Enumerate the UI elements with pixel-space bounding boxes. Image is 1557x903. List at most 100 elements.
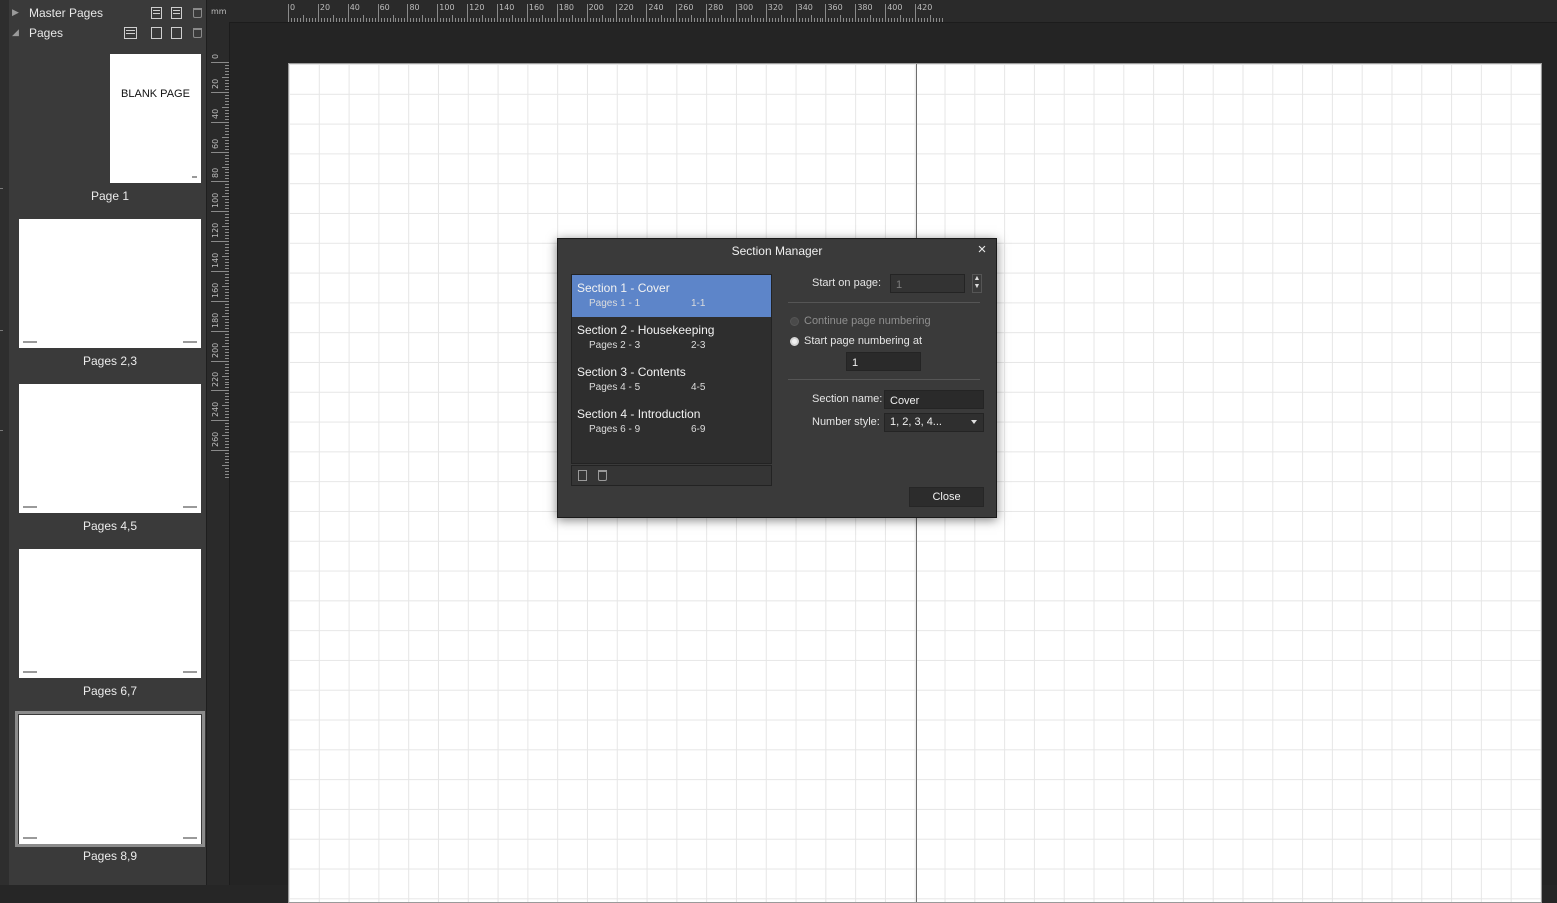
ruler-label: 200: [211, 342, 220, 358]
ruler-minor-tick: [452, 15, 454, 22]
trash-icon[interactable]: [598, 470, 607, 481]
ruler-major-tick: [211, 241, 229, 243]
thumbnail-label: Pages 8,9: [82, 849, 138, 863]
vertical-ruler[interactable]: 0 20 40 60 80 100 120 140 160 180 200 220 240 260: [207, 22, 230, 885]
section-item[interactable]: Section 2 - Housekeeping Pages 2 - 3 2-3: [572, 317, 771, 359]
start-on-page-stepper[interactable]: ▲ ▼: [972, 274, 982, 293]
ruler-minor-tick: [225, 265, 229, 267]
ruler-label: 140: [499, 3, 515, 12]
ruler-minor-tick: [762, 18, 764, 22]
ruler-label: 120: [211, 222, 220, 239]
add-master-page-icon[interactable]: [151, 7, 162, 19]
add-pages-icon[interactable]: [171, 27, 182, 39]
ruler-minor-tick: [225, 282, 229, 284]
section-item[interactable]: Section 4 - Introduction Pages 6 - 9 6-9: [572, 401, 771, 443]
ruler-minor-tick: [523, 18, 525, 22]
spread-thumbnail[interactable]: [19, 715, 201, 844]
ruler-minor-tick: [900, 15, 902, 22]
ruler-minor-tick: [870, 15, 872, 22]
ruler-minor-tick: [649, 18, 651, 22]
ruler-minor-tick: [514, 18, 516, 22]
ruler-major-tick: [211, 91, 229, 93]
section-list[interactable]: Section 1 - Cover Pages 1 - 1 1-1 Sectio…: [571, 274, 772, 464]
ruler-minor-tick: [574, 18, 576, 22]
ruler-minor-tick: [840, 15, 842, 22]
start-numbering-radio[interactable]: [790, 337, 799, 346]
ruler-minor-tick: [225, 297, 229, 299]
thumbnail-label: Page 1: [90, 189, 130, 203]
ruler-minor-tick: [392, 15, 394, 22]
number-style-select[interactable]: 1, 2, 3, 4...: [884, 413, 984, 432]
ruler-minor-tick: [709, 18, 711, 22]
ruler-minor-tick: [410, 18, 412, 22]
ruler-minor-tick: [607, 18, 609, 22]
ruler-minor-tick: [479, 18, 481, 22]
page-options-icon[interactable]: [124, 27, 137, 39]
ruler-minor-tick: [383, 18, 385, 22]
collapse-arrow-icon[interactable]: ◢: [12, 27, 19, 38]
ruler-minor-tick: [464, 18, 466, 22]
spread-thumbnail[interactable]: [19, 549, 201, 678]
spread-thumbnail[interactable]: [19, 384, 201, 513]
start-on-page-input[interactable]: [890, 274, 965, 293]
expand-arrow-icon[interactable]: ▶: [12, 7, 19, 18]
section-item[interactable]: Section 3 - Contents Pages 4 - 5 4-5: [572, 359, 771, 401]
add-section-icon[interactable]: [578, 470, 587, 481]
ruler-minor-tick: [225, 276, 229, 278]
ruler-minor-tick: [897, 18, 899, 22]
ruler-minor-tick: [225, 232, 229, 234]
ruler-minor-tick: [225, 202, 229, 204]
ruler-minor-tick: [888, 18, 890, 22]
ruler-minor-tick: [225, 291, 229, 293]
section-item[interactable]: Section 1 - Cover Pages 1 - 1 1-1: [572, 275, 771, 317]
section-name-input[interactable]: [884, 390, 984, 409]
trash-icon[interactable]: [193, 8, 202, 18]
continue-numbering-radio[interactable]: [790, 317, 799, 326]
ruler-minor-tick: [508, 18, 510, 22]
duplicate-master-icon[interactable]: [171, 7, 182, 19]
ruler-minor-tick: [511, 15, 513, 22]
stepper-down-icon[interactable]: ▼: [973, 283, 981, 291]
ruler-minor-tick: [225, 157, 229, 159]
ruler-minor-tick: [225, 217, 229, 219]
ruler-minor-tick: [225, 471, 229, 473]
section-list-toolbar: [571, 465, 772, 486]
ruler-minor-tick: [225, 387, 229, 389]
ruler-major-tick: [317, 4, 319, 22]
spread-thumbnail[interactable]: [19, 219, 201, 348]
section-pages: Pages 1 - 1: [589, 298, 641, 309]
ruler-minor-tick: [909, 18, 911, 22]
continue-numbering-label: Continue page numbering: [804, 315, 931, 327]
ruler-minor-tick: [302, 15, 304, 22]
pages-header[interactable]: ◢ Pages: [0, 23, 206, 43]
ruler-minor-tick: [225, 88, 229, 90]
ruler-minor-tick: [598, 18, 600, 22]
ruler-minor-tick: [720, 15, 722, 22]
ruler-minor-tick: [685, 18, 687, 22]
close-icon[interactable]: ×: [974, 241, 990, 259]
ruler-minor-tick: [225, 423, 229, 425]
ruler-minor-tick: [225, 247, 229, 249]
close-button[interactable]: Close: [909, 487, 984, 507]
ruler-minor-tick: [449, 18, 451, 22]
ruler-major-tick: [347, 4, 349, 22]
ruler-label: 40: [349, 3, 360, 12]
ruler-minor-tick: [834, 18, 836, 22]
horizontal-ruler[interactable]: mm 0 20 40 60 80 100 120 140 160 180 200 220 240 260 2…: [207, 0, 1557, 23]
ruler-label: 400: [887, 3, 903, 12]
ruler-minor-tick: [225, 268, 229, 270]
ruler-minor-tick: [225, 357, 229, 359]
ruler-major-tick: [556, 4, 558, 22]
ruler-minor-tick: [225, 160, 229, 162]
ruler-label: 420: [917, 3, 933, 12]
page-thumbnail[interactable]: BLANK PAGE: [110, 54, 201, 183]
ruler-minor-tick: [222, 226, 229, 228]
thumbnail-footer: [192, 176, 197, 178]
trash-icon[interactable]: [193, 28, 202, 38]
stepper-up-icon[interactable]: ▲: [973, 275, 981, 283]
master-pages-header[interactable]: ▶ Master Pages: [0, 3, 206, 23]
add-page-icon[interactable]: [151, 27, 162, 39]
ruler-minor-tick: [879, 18, 881, 22]
ruler-minor-tick: [670, 18, 672, 22]
start-numbering-input[interactable]: [846, 352, 921, 371]
